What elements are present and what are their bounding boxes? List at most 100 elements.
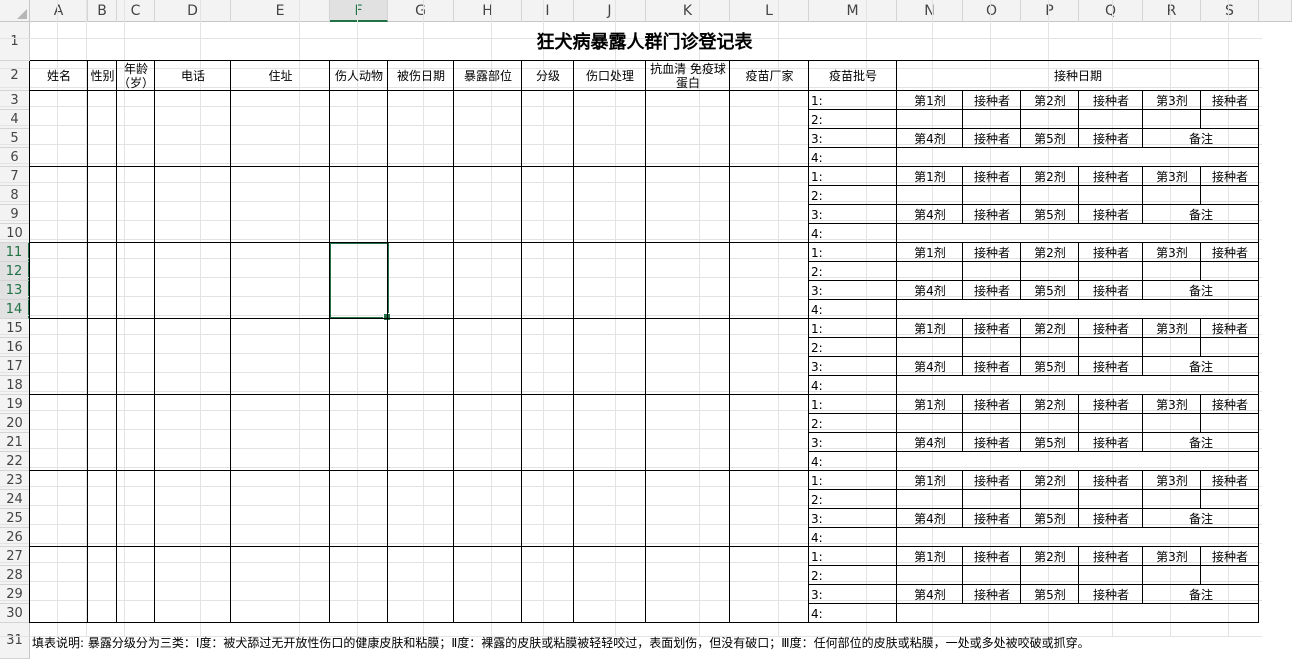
dose-cell: 接种者 (1092, 397, 1129, 412)
dose-cell: 接种者 (1092, 131, 1129, 146)
row-header-15[interactable]: 15 (0, 319, 30, 338)
border-line (809, 603, 1259, 604)
row-header-24[interactable]: 24 (0, 490, 30, 509)
column-header-r[interactable]: R (1143, 0, 1201, 22)
column-header-c[interactable]: C (117, 0, 155, 22)
border-line (30, 394, 1259, 395)
column-header-d[interactable]: D (155, 0, 231, 22)
border-line (1078, 547, 1079, 604)
dose-cell: 接种者 (1211, 93, 1248, 108)
row-header-7[interactable]: 7 (0, 167, 30, 186)
column-header-l[interactable]: L (730, 0, 809, 22)
dose-cell: 接种者 (1211, 245, 1248, 260)
dose-cell: 第1剂 (914, 473, 946, 488)
dose-cell: 接种者 (1211, 549, 1248, 564)
selected-cell-range[interactable] (329, 242, 391, 321)
row-header-8[interactable]: 8 (0, 186, 30, 205)
batch-label: 2: (811, 568, 823, 583)
dose-cell: 第4剂 (914, 359, 946, 374)
column-header-e[interactable]: E (231, 0, 330, 22)
border-line (962, 547, 963, 604)
header-wound: 伤口处理 (585, 69, 634, 83)
column-header-g[interactable]: G (388, 0, 454, 22)
gridline-h (0, 125, 1262, 126)
border-line (30, 166, 1259, 167)
batch-label: 1: (811, 169, 823, 184)
column-header-k[interactable]: K (646, 0, 730, 22)
dose-cell: 备注 (1188, 359, 1213, 374)
row-header-3[interactable]: 3 (0, 91, 30, 110)
dose-cell: 第1剂 (914, 245, 946, 260)
row-header-4[interactable]: 4 (0, 110, 30, 129)
row-header-10[interactable]: 10 (0, 224, 30, 243)
dose-cell: 接种者 (973, 245, 1010, 260)
row-header-26[interactable]: 26 (0, 528, 30, 547)
row-header-11[interactable]: 11 (0, 243, 30, 262)
row-header-28[interactable]: 28 (0, 566, 30, 585)
gridline-h (0, 467, 1262, 468)
row-header-31[interactable]: 31 (0, 623, 30, 659)
column-header-o[interactable]: O (963, 0, 1021, 22)
dose-cell: 接种者 (1092, 93, 1129, 108)
dose-cell: 接种者 (1211, 321, 1248, 336)
header-name: 姓名 (46, 69, 71, 83)
row-header-5[interactable]: 5 (0, 129, 30, 148)
dose-cell: 第1剂 (914, 549, 946, 564)
dose-cell: 备注 (1188, 587, 1213, 602)
column-header-a[interactable]: A (30, 0, 88, 22)
row-header-21[interactable]: 21 (0, 433, 30, 452)
select-all-corner[interactable] (0, 0, 30, 22)
column-header-m[interactable]: M (809, 0, 897, 22)
dose-cell: 接种者 (973, 321, 1010, 336)
column-header-s[interactable]: S (1201, 0, 1259, 22)
column-header-i[interactable]: I (522, 0, 574, 22)
row-header-30[interactable]: 30 (0, 604, 30, 623)
row-header-22[interactable]: 22 (0, 452, 30, 471)
row-header-25[interactable]: 25 (0, 509, 30, 528)
dose-cell: 第5剂 (1034, 207, 1066, 222)
row-header-1[interactable]: 1 (0, 22, 30, 61)
column-header-b[interactable]: B (88, 0, 117, 22)
gridline-h (0, 505, 1262, 506)
border-line (30, 546, 1259, 547)
gridline-h (0, 277, 1262, 278)
row-header-20[interactable]: 20 (0, 414, 30, 433)
border-line (1078, 471, 1079, 528)
border-line (809, 109, 1259, 110)
row-header-17[interactable]: 17 (0, 357, 30, 376)
row-header-23[interactable]: 23 (0, 471, 30, 490)
border-line (230, 61, 231, 623)
dose-cell: 第4剂 (914, 587, 946, 602)
row-header-18[interactable]: 18 (0, 376, 30, 395)
border-line (809, 413, 1259, 414)
row-header-27[interactable]: 27 (0, 547, 30, 566)
column-header-h[interactable]: H (454, 0, 522, 22)
batch-label: 1: (811, 245, 823, 260)
column-header-p[interactable]: P (1021, 0, 1079, 22)
row-header-16[interactable]: 16 (0, 338, 30, 357)
column-header-q[interactable]: Q (1079, 0, 1143, 22)
row-header-13[interactable]: 13 (0, 281, 30, 300)
spreadsheet: ABCDEFGHIJKLMNOPQRS 1 2 3 4 5 6 7 8 9 10 11 12 13 14 1… (0, 0, 1292, 659)
dose-cell: 第3剂 (1156, 397, 1188, 412)
row-header-19[interactable]: 19 (0, 395, 30, 414)
border-line (329, 61, 330, 623)
border-line (29, 61, 30, 623)
dose-cell: 第5剂 (1034, 435, 1066, 450)
header-phone: 电话 (180, 69, 205, 83)
row-header-29[interactable]: 29 (0, 585, 30, 604)
row-header-9[interactable]: 9 (0, 205, 30, 224)
row-header-14[interactable]: 14 (0, 300, 30, 319)
border-line (1078, 91, 1079, 148)
column-header-n[interactable]: N (897, 0, 963, 22)
dose-cell: 第1剂 (914, 397, 946, 412)
column-header-j[interactable]: J (574, 0, 646, 22)
header-address: 住址 (268, 69, 293, 83)
row-header-12[interactable]: 12 (0, 262, 30, 281)
border-line (1142, 395, 1143, 452)
column-header-f[interactable]: F (330, 0, 388, 22)
border-line (87, 61, 88, 623)
batch-label: 3: (811, 359, 823, 374)
row-header-6[interactable]: 6 (0, 148, 30, 167)
header-batch: 疫苗批号 (828, 69, 877, 83)
